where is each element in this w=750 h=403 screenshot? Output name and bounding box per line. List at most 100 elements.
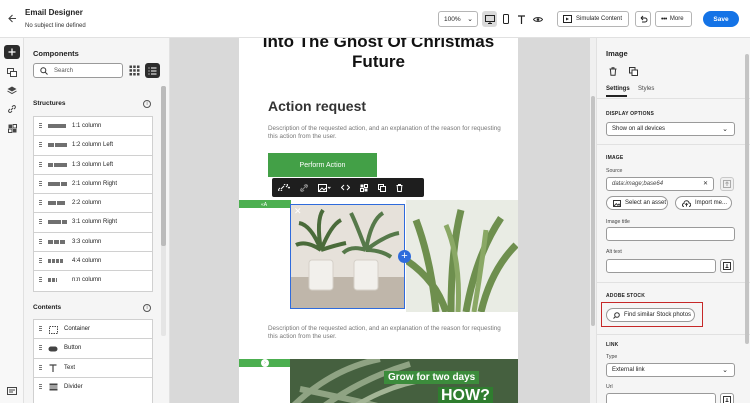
- add-content-plus-icon[interactable]: +: [398, 250, 411, 263]
- banner-headline[interactable]: Grow for two days: [384, 371, 480, 384]
- content-item[interactable]: Button: [34, 339, 152, 359]
- grid-view-button[interactable]: [129, 65, 141, 77]
- hero-title[interactable]: Into The Ghost Of Christmas Future: [239, 38, 518, 72]
- content-item[interactable]: Text: [34, 359, 152, 378]
- drag-handle-icon[interactable]: [39, 142, 42, 149]
- desktop-view-button[interactable]: [482, 11, 497, 27]
- drag-handle-icon[interactable]: [39, 277, 42, 284]
- desktop-icon: [484, 14, 495, 24]
- collapse-icon[interactable]: ›: [261, 359, 269, 367]
- link-type-select[interactable]: External link ⌄: [606, 363, 735, 377]
- structure-item[interactable]: 1:1 column: [34, 117, 152, 137]
- structure-item[interactable]: 3:3 column: [34, 233, 152, 253]
- perform-action-button[interactable]: Perform Action: [268, 153, 377, 177]
- structure-item[interactable]: 3:1 column Right: [34, 213, 152, 233]
- link-icon[interactable]: [278, 184, 290, 191]
- url-input[interactable]: [606, 393, 716, 403]
- links-button[interactable]: [4, 102, 20, 116]
- back-arrow-icon[interactable]: [7, 13, 19, 25]
- zoom-select[interactable]: 100% ⌄: [438, 11, 478, 27]
- delete-icon[interactable]: [396, 183, 403, 192]
- add-components-button[interactable]: [4, 45, 20, 59]
- drag-handle-icon[interactable]: [39, 180, 42, 188]
- components-scrollbar[interactable]: [161, 86, 166, 336]
- drag-handle-icon[interactable]: [39, 364, 42, 372]
- snake-plant-image[interactable]: [406, 200, 518, 312]
- help-button[interactable]: [4, 384, 20, 398]
- import-button[interactable]: Import me...: [675, 196, 732, 210]
- display-options-select[interactable]: Show on all devices ⌄: [606, 122, 735, 136]
- alt-text-input[interactable]: [606, 259, 716, 273]
- banner-subheadline[interactable]: HOW?: [438, 387, 493, 403]
- structure-item[interactable]: 4:4 column: [34, 252, 152, 272]
- structure-label: 1:1 column: [72, 123, 102, 129]
- drag-handle-icon[interactable]: [39, 383, 42, 391]
- drag-handle-icon[interactable]: [39, 123, 42, 130]
- structure-item[interactable]: 1:2 column Left: [34, 136, 152, 156]
- drag-handle-icon[interactable]: [39, 258, 42, 265]
- code-icon[interactable]: [341, 184, 350, 191]
- properties-scrollbar[interactable]: [745, 44, 749, 344]
- personalize-url-button[interactable]: [720, 393, 734, 403]
- action-title[interactable]: Action request: [268, 98, 366, 114]
- text-view-button[interactable]: [514, 11, 529, 27]
- search-input[interactable]: Search: [33, 63, 123, 78]
- fragments-button[interactable]: [4, 65, 20, 79]
- simulate-content-button[interactable]: Simulate Content: [557, 11, 629, 27]
- email-canvas: Into The Ghost Of Christmas Future Actio…: [170, 38, 590, 403]
- mobile-view-button[interactable]: [498, 11, 513, 27]
- structure-item[interactable]: 2:2 column: [34, 194, 152, 214]
- more-button[interactable]: ••• More: [655, 11, 692, 27]
- undo-button[interactable]: [635, 11, 651, 27]
- clear-source-icon[interactable]: ✕: [703, 180, 708, 187]
- select-asset-button[interactable]: Select an asset: [606, 196, 668, 210]
- structures-info-icon[interactable]: i: [143, 100, 151, 108]
- image-upload-button[interactable]: [720, 177, 734, 191]
- structure-item[interactable]: 2:1 column Right: [34, 175, 152, 195]
- drag-handle-icon[interactable]: [39, 200, 42, 207]
- column-layout-icon: [48, 143, 67, 148]
- second-description[interactable]: Description of the requested action, and…: [268, 325, 508, 341]
- fragment-icon[interactable]: [360, 183, 368, 192]
- list-view-button[interactable]: [145, 63, 160, 78]
- personalize-alt-text-button[interactable]: [720, 259, 734, 273]
- drag-handle-icon[interactable]: [39, 345, 42, 352]
- structure-item[interactable]: n:n column: [34, 271, 152, 290]
- selected-image[interactable]: [290, 204, 405, 309]
- text-icon: [518, 14, 525, 24]
- link-heading: LINK: [606, 342, 619, 348]
- find-similar-stock-button[interactable]: Find similar Stock photos: [606, 308, 695, 322]
- divider: [597, 282, 750, 283]
- button-icon: [48, 344, 58, 353]
- assets-button[interactable]: [4, 121, 20, 135]
- image-title-input[interactable]: [606, 227, 735, 241]
- type-label: Type: [606, 354, 618, 360]
- content-label: Container: [64, 326, 91, 332]
- cloud-upload-icon: [682, 199, 691, 207]
- duplicate-element-button[interactable]: [626, 64, 640, 78]
- save-button[interactable]: Save: [703, 11, 739, 27]
- action-description[interactable]: Description of the requested action, and…: [268, 125, 508, 141]
- duplicate-icon[interactable]: [378, 183, 386, 192]
- contents-info-icon[interactable]: i: [143, 304, 151, 312]
- image-options-icon[interactable]: [318, 183, 331, 192]
- delete-element-button[interactable]: [606, 64, 620, 78]
- ellipsis-icon: •••: [661, 15, 667, 23]
- tab-styles[interactable]: Styles: [638, 86, 654, 92]
- properties-panel: Image Settings Styles DISPLAY OPTIONS Sh…: [596, 38, 750, 403]
- tab-settings[interactable]: Settings: [606, 86, 630, 92]
- drag-handle-icon[interactable]: [39, 161, 42, 169]
- remove-image-icon[interactable]: ✕: [294, 206, 302, 217]
- drag-handle-icon[interactable]: [39, 238, 42, 246]
- preview-button[interactable]: [530, 11, 545, 27]
- content-item[interactable]: Divider: [34, 378, 152, 397]
- drag-handle-icon[interactable]: [39, 326, 42, 333]
- find-similar-stock-label: Find similar Stock photos: [624, 312, 692, 318]
- image-heading: IMAGE: [606, 155, 624, 161]
- source-input[interactable]: data:image;base64 ✕: [606, 177, 714, 191]
- layers-button[interactable]: [4, 83, 20, 97]
- drag-handle-icon[interactable]: [39, 219, 42, 226]
- structure-item[interactable]: 1:3 column Left: [34, 156, 152, 175]
- unlink-icon[interactable]: [300, 183, 308, 192]
- content-item[interactable]: Container: [34, 320, 152, 340]
